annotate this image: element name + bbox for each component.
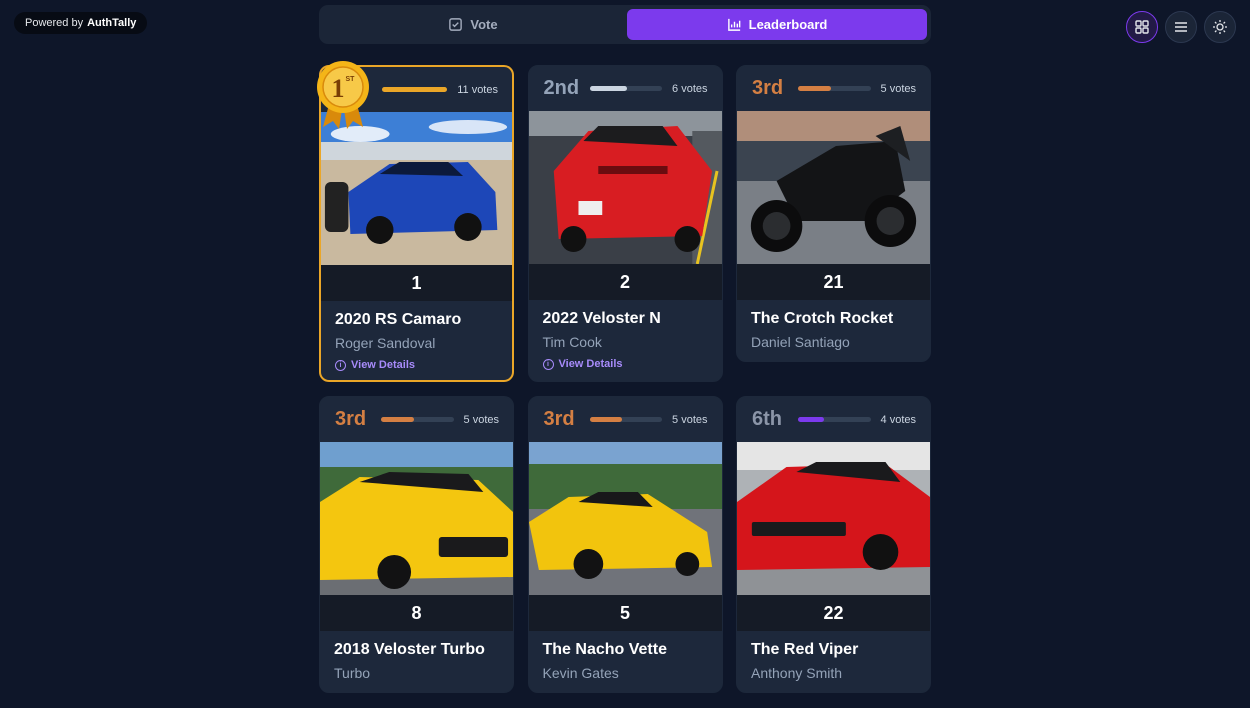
car-photo[interactable] xyxy=(528,111,722,264)
card-body: The Red Viper Anthony Smith xyxy=(737,631,930,681)
grid-icon xyxy=(1135,20,1149,34)
entry-owner: Anthony Smith xyxy=(751,665,843,681)
car-photo[interactable] xyxy=(320,442,513,595)
card-header: 6th 4 votes xyxy=(737,397,930,442)
entry-owner: Turbo xyxy=(334,665,371,681)
rank-label: 3rd xyxy=(335,408,367,430)
rank-label: 3rd xyxy=(543,408,575,430)
leaderboard-card[interactable]: 11 votes 1 2020 RS Camaro Roger Sandoval… xyxy=(317,61,514,382)
vote-progress-fill xyxy=(381,417,414,422)
vote-progress-fill xyxy=(798,417,825,422)
ribbon-number: 1 xyxy=(332,74,345,103)
car-photo-image xyxy=(320,442,513,595)
view-details-label: View Details xyxy=(351,359,415,371)
leaderboard-card[interactable]: 3rd 5 votes 5 The Nacho Vette Kevin Gate… xyxy=(527,396,723,693)
vote-progress-bar xyxy=(382,87,448,92)
vote-count: 4 votes xyxy=(880,413,916,426)
card-header: 3rd 5 votes xyxy=(737,66,930,111)
car-photo-image xyxy=(737,442,930,595)
card-body: 2020 RS Camaro Roger Sandoval i View Det… xyxy=(321,301,512,371)
powered-by-badge[interactable]: Powered by AuthTally xyxy=(14,12,148,34)
vote-progress-bar xyxy=(589,86,663,91)
vote-progress-bar xyxy=(589,417,663,422)
entry-number: 2 xyxy=(528,264,722,300)
bar-chart-icon xyxy=(727,18,740,31)
tab-leaderboard-label: Leaderboard xyxy=(748,17,828,32)
leaderboard-card[interactable]: 3rd 5 votes 8 2018 Veloster Turbo Turbo xyxy=(319,396,514,693)
leaderboard-card[interactable]: 3rd 5 votes 21 The Crotch Rocket Daniel … xyxy=(736,65,931,362)
entry-owner: Tim Cook xyxy=(542,334,602,350)
checkbox-icon xyxy=(449,18,463,31)
entry-owner: Roger Sandoval xyxy=(335,335,436,351)
car-photo[interactable] xyxy=(321,112,512,265)
car-photo-image xyxy=(737,111,930,264)
view-tabs: Vote Leaderboard xyxy=(319,5,931,44)
rank-label: 6th xyxy=(752,408,782,430)
entry-owner: Daniel Santiago xyxy=(751,334,850,350)
powered-by-label: Powered by xyxy=(25,17,84,29)
list-view-button[interactable] xyxy=(1165,11,1197,43)
entry-title: The Red Viper xyxy=(751,641,859,658)
entry-title: 2020 RS Camaro xyxy=(335,311,462,328)
tab-vote[interactable]: Vote xyxy=(323,9,623,40)
entry-title: 2018 Veloster Turbo xyxy=(334,641,485,658)
entry-title: 2022 Veloster N xyxy=(542,310,661,327)
tab-vote-label: Vote xyxy=(470,17,498,32)
info-icon: i xyxy=(542,358,554,370)
leaderboard-grid: 11 votes 1 2020 RS Camaro Roger Sandoval… xyxy=(317,61,931,693)
vote-progress-bar xyxy=(381,417,454,422)
vote-progress-fill xyxy=(589,417,623,422)
info-icon: i xyxy=(335,359,346,371)
card-body: 2018 Veloster Turbo Turbo xyxy=(320,631,513,681)
sun-icon xyxy=(1213,20,1227,34)
first-place-ribbon-icon: 1 ST xyxy=(317,61,369,129)
entry-number: 5 xyxy=(528,595,722,631)
leaderboard-card[interactable]: 2nd 6 votes 2 2022 Veloster N Tim Cook i… xyxy=(527,65,723,382)
rank-label: 3rd xyxy=(752,77,784,99)
entry-number: 1 xyxy=(321,265,512,301)
car-photo-image xyxy=(528,111,722,264)
entry-number: 21 xyxy=(737,264,930,300)
entry-title: The Nacho Vette xyxy=(542,641,667,658)
view-details-label: View Details xyxy=(558,358,623,370)
vote-count: 6 votes xyxy=(672,82,708,95)
card-body: The Crotch Rocket Daniel Santiago xyxy=(737,300,930,350)
card-header: 3rd 5 votes xyxy=(529,397,722,442)
card-body: 2022 Veloster N Tim Cook i View Details xyxy=(529,300,722,370)
leaderboard-card[interactable]: 6th 4 votes 22 The Red Viper Anthony Smi… xyxy=(736,396,931,693)
entry-title: The Crotch Rocket xyxy=(751,310,894,327)
entry-number: 22 xyxy=(737,595,930,631)
car-photo[interactable] xyxy=(737,111,930,264)
vote-progress-bar xyxy=(798,86,871,91)
card-header: 2nd 6 votes xyxy=(529,66,722,111)
theme-toggle-button[interactable] xyxy=(1204,11,1236,43)
card-body: The Nacho Vette Kevin Gates xyxy=(529,631,722,681)
car-photo[interactable] xyxy=(528,442,722,595)
vote-count: 5 votes xyxy=(880,82,916,95)
grid-view-button[interactable] xyxy=(1126,11,1158,43)
tab-leaderboard[interactable]: Leaderboard xyxy=(627,9,927,40)
toolbar xyxy=(1126,11,1236,43)
card-header: 3rd 5 votes xyxy=(320,397,513,442)
vote-progress-fill xyxy=(382,87,448,92)
entry-number: 8 xyxy=(320,595,513,631)
car-photo-image xyxy=(528,442,722,595)
vote-count: 11 votes xyxy=(457,83,498,96)
view-details-link[interactable]: i View Details xyxy=(542,358,708,370)
entry-owner: Kevin Gates xyxy=(542,665,619,681)
car-photo-image xyxy=(321,112,512,265)
ribbon-suffix: ST xyxy=(346,76,356,83)
rank-label: 2nd xyxy=(543,77,580,99)
vote-count: 5 votes xyxy=(672,413,708,426)
vote-count: 5 votes xyxy=(463,413,499,426)
car-photo[interactable] xyxy=(737,442,930,595)
view-details-link[interactable]: i View Details xyxy=(335,359,498,371)
brand-name: AuthTally xyxy=(87,17,137,29)
vote-progress-fill xyxy=(589,86,628,91)
vote-progress-fill xyxy=(798,86,831,91)
vote-progress-bar xyxy=(798,417,871,422)
menu-icon xyxy=(1175,22,1187,32)
